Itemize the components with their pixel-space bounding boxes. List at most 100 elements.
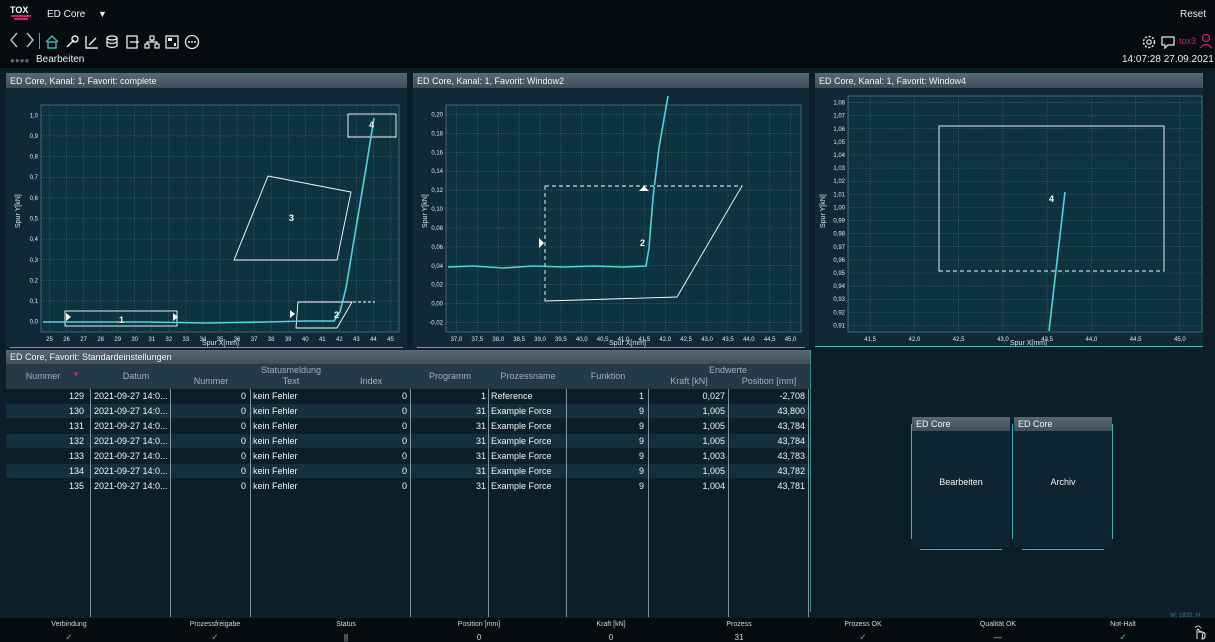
y-tick-label: 1,01 bbox=[833, 192, 845, 198]
user-name[interactable]: tox3 bbox=[1179, 36, 1196, 46]
y-tick-label: 1,08 bbox=[833, 101, 845, 107]
edit-chart-icon[interactable] bbox=[84, 34, 100, 50]
chart-window4[interactable]: 41,5 42,0 42,5 43,0 43,5 44,0 44,5 45,00,910,92… bbox=[815, 88, 1203, 348]
cell-prozessname: Example Force bbox=[491, 451, 552, 461]
chart-title: ED Core, Kanal: 1, Favorit: Window4 bbox=[815, 73, 1203, 88]
cell-position: 43,783 bbox=[777, 451, 805, 461]
x-tick-label: 41,5 bbox=[864, 337, 876, 343]
panel-accent-line bbox=[10, 347, 403, 348]
x-tick-label: 37,5 bbox=[471, 337, 483, 343]
network-icon[interactable] bbox=[144, 34, 160, 50]
settings-gear-icon[interactable] bbox=[1141, 34, 1157, 50]
status-value: 31 bbox=[734, 633, 744, 642]
status-label: Prozess OK bbox=[844, 621, 882, 628]
col-datum[interactable]: Datum bbox=[96, 371, 176, 381]
export-icon[interactable] bbox=[124, 34, 140, 50]
x-tick-label: 40,0 bbox=[576, 337, 588, 343]
y-tick-label: 0,9 bbox=[30, 134, 39, 140]
touch-hand-icon[interactable] bbox=[1192, 624, 1208, 640]
more-icon[interactable] bbox=[184, 34, 200, 50]
status-label: Verbindung bbox=[51, 621, 87, 628]
cell-funktion: 9 bbox=[638, 466, 644, 476]
y-tick-label: 0,14 bbox=[431, 169, 443, 175]
x-tick-label: 39,0 bbox=[534, 337, 546, 343]
tile-accent-line bbox=[1022, 549, 1104, 550]
x-tick-label: 29 bbox=[114, 337, 121, 343]
table-row[interactable]: 129 2021-09-27 14:0... 0 kein Fehler 0 1 Refer… bbox=[6, 389, 811, 403]
breadcrumb[interactable]: Bearbeiten bbox=[36, 54, 84, 65]
cell-datum: 2021-09-27 14:0... bbox=[94, 421, 168, 431]
nav-back-icon[interactable] bbox=[8, 30, 20, 52]
table-title: ED Core, Favorit: Standardeinstellungen bbox=[6, 350, 811, 364]
y-tick-label: 0,18 bbox=[431, 131, 443, 137]
col-status-text[interactable]: Text bbox=[251, 376, 331, 386]
col-funktion[interactable]: Funktion bbox=[567, 371, 649, 381]
chart-panel-complete: ED Core, Kanal: 1, Favorit: complete 25 2… bbox=[6, 73, 407, 348]
x-tick-label: 25 bbox=[46, 337, 53, 343]
col-nummer[interactable]: Nummer bbox=[18, 371, 68, 381]
table-row[interactable]: 133 2021-09-27 14:0... 0 kein Fehler 0 31 Exam… bbox=[6, 449, 811, 463]
status-value: 0 bbox=[608, 633, 614, 642]
chart-complete[interactable]: 25 26 27 28 29 30 31 32 33 34 35 36 37 38 39 40 41 42 43 44… bbox=[6, 88, 407, 348]
col-kraft[interactable]: Kraft [kN] bbox=[649, 376, 729, 386]
title-bar bbox=[0, 0, 1215, 30]
col-position[interactable]: Position [mm] bbox=[729, 376, 809, 386]
y-tick-label: 0,95 bbox=[833, 271, 845, 277]
table-header: Nummer ▼ Datum Statusmeldung Nummer Text… bbox=[6, 364, 811, 389]
window-label-3: 3 bbox=[289, 213, 294, 223]
y-tick-label: 0,3 bbox=[30, 258, 39, 264]
y-tick-label: 0,20 bbox=[431, 112, 443, 118]
tile-archiv[interactable]: ED Core Archiv bbox=[1014, 417, 1112, 550]
table-row[interactable]: 135 2021-09-27 14:0... 0 kein Fehler 0 31 Exam… bbox=[6, 479, 811, 493]
x-tick-label: 41 bbox=[319, 337, 326, 343]
chart-panel-window2: ED Core, Kanal: 1, Favorit: Window2 37,0… bbox=[413, 73, 809, 348]
x-tick-label: 45,0 bbox=[785, 337, 797, 343]
x-tick-label: 31 bbox=[148, 337, 155, 343]
col-programm[interactable]: Programm bbox=[411, 371, 489, 381]
y-tick-label: 0,4 bbox=[30, 237, 39, 243]
chart-title: ED Core, Kanal: 1, Favorit: Window2 bbox=[413, 73, 809, 88]
cell-funktion: 9 bbox=[638, 481, 644, 491]
app-dropdown-caret-icon[interactable]: ▼ bbox=[98, 9, 107, 19]
cell-st-nummer: 0 bbox=[240, 391, 246, 401]
x-tick-label: 43,0 bbox=[701, 337, 713, 343]
col-prozessname[interactable]: Prozessname bbox=[489, 371, 567, 381]
x-tick-label: 38,0 bbox=[492, 337, 504, 343]
cell-nummer: 130 bbox=[68, 406, 84, 416]
status-label: Prozessfreigabe bbox=[189, 621, 241, 628]
y-tick-label: 0,0 bbox=[30, 320, 39, 326]
chart-window2[interactable]: 37,0 37,5 38,0 38,5 39,0 39,5 40,0 40,5 41,0 41,5… bbox=[413, 88, 809, 348]
sort-desc-icon[interactable]: ▼ bbox=[72, 370, 80, 379]
tile-label: Archiv bbox=[1050, 477, 1076, 487]
x-tick-label: 45,0 bbox=[1174, 337, 1186, 343]
calculator-icon[interactable] bbox=[164, 34, 180, 50]
x-tick-label: 44,5 bbox=[1130, 337, 1142, 343]
col-status-index[interactable]: Index bbox=[331, 376, 411, 386]
tile-bearbeiten[interactable]: ED Core Bearbeiten bbox=[912, 417, 1010, 550]
col-status-nummer[interactable]: Nummer bbox=[171, 376, 251, 386]
status-label: Position [mm] bbox=[457, 621, 501, 628]
table-row[interactable]: 134 2021-09-27 14:0... 0 kein Fehler 0 31 Exam… bbox=[6, 464, 811, 478]
y-tick-label: 1,03 bbox=[833, 166, 845, 172]
messages-icon[interactable] bbox=[1160, 34, 1176, 50]
reset-button[interactable]: Reset bbox=[1180, 9, 1206, 20]
wrench-icon[interactable] bbox=[64, 34, 80, 50]
y-tick-label: 0,94 bbox=[833, 284, 845, 290]
y-axis-label: Spur Y[kN] bbox=[422, 194, 429, 228]
x-tick-label: 44,0 bbox=[1086, 337, 1098, 343]
home-icon[interactable] bbox=[44, 34, 60, 50]
toolbar bbox=[0, 30, 1215, 68]
user-icon[interactable] bbox=[1199, 33, 1213, 49]
table-row[interactable]: 130 2021-09-27 14:0... 0 kein Fehler 0 31 Exam… bbox=[6, 404, 811, 418]
cell-programm: 31 bbox=[475, 421, 486, 431]
app-title[interactable]: ED Core bbox=[47, 9, 85, 20]
cell-position: 43,784 bbox=[777, 436, 805, 446]
cell-nummer: 132 bbox=[68, 436, 84, 446]
database-icon[interactable] bbox=[104, 34, 120, 50]
nav-forward-icon[interactable] bbox=[24, 30, 36, 52]
y-tick-label: 0,00 bbox=[431, 302, 443, 308]
status-check-icon: ✓ bbox=[859, 632, 867, 642]
table-row[interactable]: 131 2021-09-27 14:0... 0 kein Fehler 0 31 Exam… bbox=[6, 419, 811, 433]
table-row[interactable]: 132 2021-09-27 14:0... 0 kein Fehler 0 31 Exam… bbox=[6, 434, 811, 448]
cell-funktion: 1 bbox=[638, 391, 644, 401]
